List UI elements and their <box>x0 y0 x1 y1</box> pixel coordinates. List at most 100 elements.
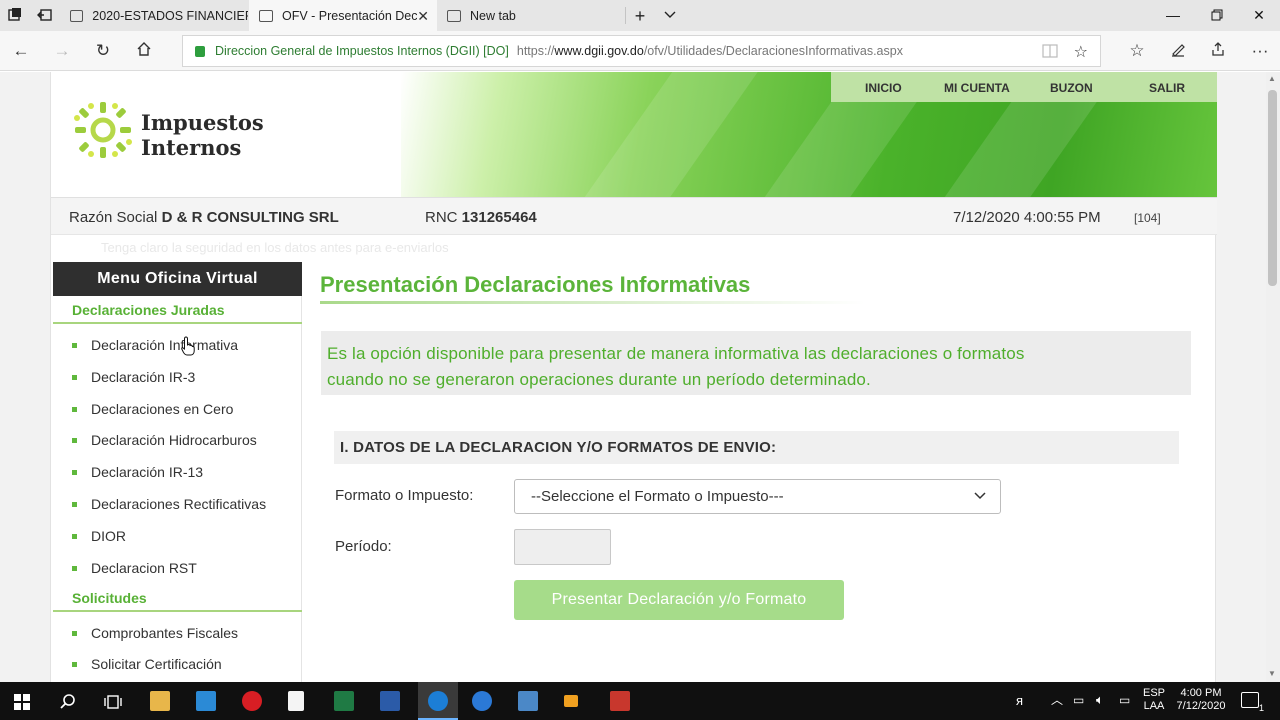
top-menu-buzon[interactable]: BUZON <box>1050 81 1093 95</box>
tab-actions-icon[interactable] <box>6 7 24 25</box>
tab-title: OFV - Presentación Dec <box>282 8 417 23</box>
task-view-icon[interactable] <box>104 693 122 711</box>
top-menu: INICIO MI CUENTA BUZON SALIR <box>831 72 1217 102</box>
logo-text[interactable]: Impuestos Internos <box>141 110 264 160</box>
sidebar-section-declaraciones-juradas[interactable]: Declaraciones Juradas <box>53 298 302 324</box>
presentar-declaracion-button[interactable]: Presentar Declaración y/o Formato <box>514 580 844 620</box>
close-tab-icon[interactable]: ✕ <box>417 8 429 25</box>
bullet-icon <box>72 375 77 380</box>
share-icon[interactable] <box>1208 41 1228 61</box>
pen-icon[interactable] <box>1168 41 1188 61</box>
wifi-icon[interactable]: ▭ <box>1119 694 1130 707</box>
opera-icon[interactable] <box>242 691 262 711</box>
notification-count: 1 <box>1258 703 1264 713</box>
sidebar-item-declaracion-ir-13[interactable]: Declaración IR-13 <box>53 460 302 484</box>
sidebar-section-solicitudes[interactable]: Solicitudes <box>53 586 302 612</box>
bullet-icon <box>72 470 77 475</box>
sidebar-item-declaraciones-rectificativas[interactable]: Declaraciones Rectificativas <box>53 492 302 516</box>
excel-icon[interactable] <box>334 691 354 711</box>
sidebar-title: Menu Oficina Virtual <box>53 262 302 296</box>
scrollbar-thumb[interactable] <box>1268 90 1277 286</box>
edge-taskbar-active[interactable] <box>418 682 458 720</box>
new-tab-plus-icon[interactable]: + <box>631 7 649 25</box>
notepad-document-icon[interactable] <box>288 691 304 711</box>
set-tabs-aside-icon[interactable] <box>36 7 54 25</box>
new-tab-page-icon <box>447 9 461 22</box>
windows-start-icon[interactable] <box>14 694 30 710</box>
sidebar-item-dior[interactable]: DIOR <box>53 524 302 548</box>
mail-icon[interactable] <box>196 691 216 711</box>
form-section-header: I. DATOS DE LA DECLARACION Y/O FORMATOS … <box>334 431 1179 464</box>
address-bar[interactable]: Direccion General de Impuestos Internos … <box>182 35 1101 67</box>
browser-nav-bar: ← → ↻ Direccion General de Impuestos Int… <box>0 31 1280 71</box>
bullet-icon <box>72 534 77 539</box>
help-icon[interactable] <box>472 691 492 711</box>
more-options-icon[interactable]: ··· <box>1250 41 1270 61</box>
dgii-sun-logo-icon <box>74 102 132 158</box>
minimize-icon[interactable]: — <box>1150 0 1196 31</box>
back-arrow-icon[interactable]: ← <box>11 41 31 61</box>
tab-title: 2020-ESTADOS FINANCIER( <box>92 8 248 23</box>
word-icon[interactable] <box>380 691 400 711</box>
show-hidden-icons-chevron[interactable]: ︿ <box>1051 694 1063 707</box>
top-menu-mi-cuenta[interactable]: MI CUENTA <box>944 81 1010 95</box>
periodo-input[interactable] <box>514 529 611 565</box>
sidebar-item-declaracion-informativa[interactable]: Declaración Informativa <box>53 333 302 357</box>
top-menu-salir[interactable]: SALIR <box>1149 81 1185 95</box>
sidebar-item-solicitar-certificacion[interactable]: Solicitar Certificación <box>53 652 302 676</box>
favorite-star-icon[interactable]: ☆ <box>1074 42 1088 62</box>
formato-label: Formato o Impuesto: <box>335 487 474 504</box>
description-line: cuando no se generaron operaciones duran… <box>327 370 871 389</box>
app-icon[interactable] <box>564 695 578 707</box>
home-icon[interactable] <box>134 41 154 61</box>
bullet-icon <box>72 566 77 571</box>
tab-estados-financieros[interactable]: 2020-ESTADOS FINANCIER( <box>60 0 248 31</box>
windows-taskbar: ᴙ ︿ ▭ 🔈︎ ▭ ESP LAA 4:00 PM 7/12/2020 1 <box>0 682 1280 720</box>
sidebar-item-comprobantes-fiscales[interactable]: Comprobantes Fiscales <box>53 621 302 645</box>
remote-desktop-icon[interactable] <box>518 691 538 711</box>
edge-icon <box>428 691 448 711</box>
network-icon[interactable]: ▭ <box>1073 694 1084 707</box>
bullet-icon <box>72 343 77 348</box>
file-explorer-icon[interactable] <box>150 691 170 711</box>
tab-preview-chevron-icon[interactable] <box>661 7 679 25</box>
reading-view-icon[interactable] <box>1042 44 1058 61</box>
sidebar-item-declaracion-ir-3[interactable]: Declaración IR-3 <box>53 365 302 389</box>
session-datetime: 7/12/2020 4:00:55 PM <box>953 209 1101 226</box>
bullet-icon <box>72 631 77 636</box>
refresh-icon[interactable]: ↻ <box>93 41 113 61</box>
people-icon[interactable]: ᴙ <box>1016 694 1023 707</box>
hand-cursor-icon <box>181 336 195 356</box>
lock-icon <box>195 45 205 57</box>
formato-select[interactable]: --Seleccione el Formato o Impuesto--- <box>514 479 1001 514</box>
action-center-icon[interactable]: 1 <box>1241 692 1264 713</box>
favorites-hub-icon[interactable]: ☆ <box>1127 41 1147 61</box>
restore-icon[interactable] <box>1194 0 1240 31</box>
faded-notice: Tenga claro la seguridad en los datos an… <box>101 240 449 255</box>
sidebar-item-declaracion-hidrocarburos[interactable]: Declaración Hidrocarburos <box>53 428 302 452</box>
page-viewport: Impuestos Internos INICIO MI CUENTA BUZO… <box>0 72 1266 682</box>
session-code: [104] <box>1134 211 1161 225</box>
input-language[interactable]: ESP LAA <box>1141 687 1167 713</box>
page-title: Presentación Declaraciones Informativas <box>320 272 751 297</box>
url-text: https://www.dgii.gov.do/ofv/Utilidades/D… <box>516 44 903 58</box>
forward-arrow-icon[interactable]: → <box>52 41 72 61</box>
volume-icon[interactable]: 🔈︎ <box>1096 693 1104 706</box>
sidebar-item-declaracion-rst[interactable]: Declaracion RST <box>53 556 302 580</box>
formato-selected-value: --Seleccione el Formato o Impuesto--- <box>531 488 784 505</box>
system-clock[interactable]: 4:00 PM 7/12/2020 <box>1170 687 1232 713</box>
site-identity: Direccion General de Impuestos Internos … <box>215 44 509 58</box>
search-icon[interactable] <box>59 693 77 711</box>
sidebar-item-declaraciones-en-cero[interactable]: Declaraciones en Cero <box>53 397 302 421</box>
powerpoint-icon[interactable] <box>610 691 630 711</box>
top-menu-inicio[interactable]: INICIO <box>865 81 902 95</box>
tab-new-tab[interactable]: New tab <box>437 0 625 31</box>
scroll-up-arrow-icon[interactable]: ▲ <box>1268 74 1276 83</box>
sidebar-menu: Menu Oficina Virtual Declaraciones Jurad… <box>53 262 302 682</box>
close-window-icon[interactable]: ✕ <box>1236 0 1280 31</box>
razon-social: Razón Social D & R CONSULTING SRL <box>69 209 339 226</box>
header-banner: Impuestos Internos INICIO MI CUENTA BUZO… <box>51 72 1217 197</box>
tab-ofv-presentacion[interactable]: OFV - Presentación Dec ✕ <box>249 0 437 31</box>
document-icon <box>259 9 273 22</box>
scroll-down-arrow-icon[interactable]: ▼ <box>1268 669 1276 678</box>
